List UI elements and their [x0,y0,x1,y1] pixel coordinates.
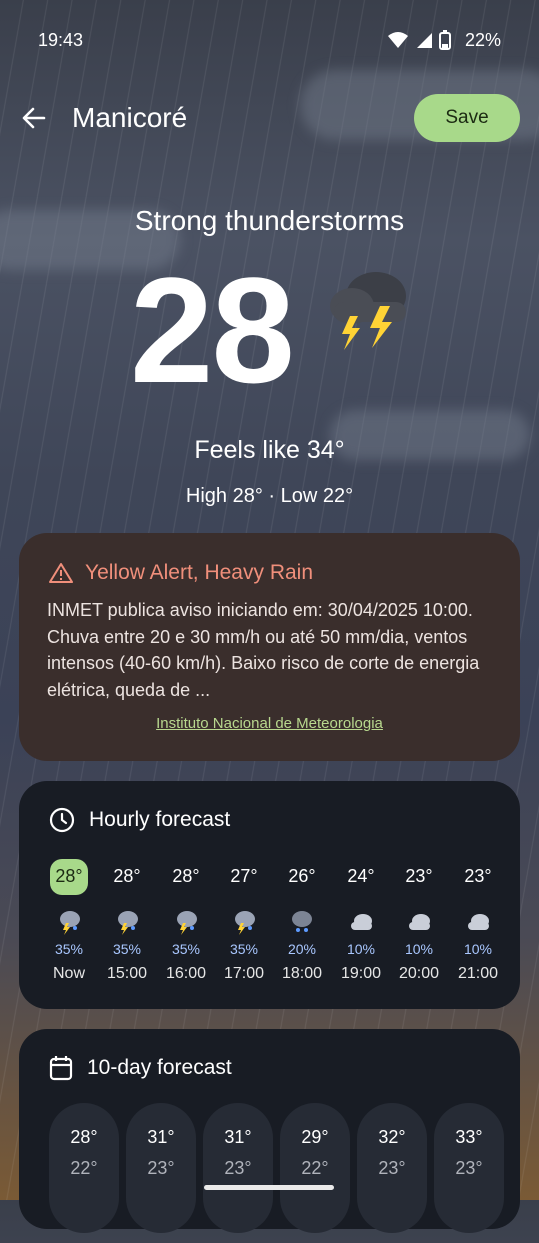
day-high: 32° [378,1127,406,1147]
thunderstorm-icon [118,911,138,935]
day-item[interactable]: 31° 23° [203,1103,273,1233]
battery-icon [439,30,451,50]
hour-temp: 24° [347,866,375,886]
hour-time: 19:00 [340,965,382,982]
hourly-item: 23° 10% 21:00 [456,859,500,983]
hourly-item: 27° 35% 17:00 [222,859,266,983]
day-high: 31° [224,1127,252,1147]
status-icons [387,30,451,50]
home-indicator[interactable] [204,1185,334,1190]
hourly-item: 26° 20% 18:00 [280,859,324,983]
battery-percent: 22% [464,30,501,50]
hour-temp: 27° [230,866,258,886]
hour-precip: 10% [404,941,434,957]
hourly-title-row: Hourly forecast [49,807,230,833]
alert-source-link[interactable]: Instituto Nacional de Meteorologia [19,715,520,732]
day-high: 28° [70,1127,98,1147]
hour-temp: 28° [113,866,141,886]
condition-text: Strong thunderstorms [134,205,405,236]
day-high: 29° [301,1127,329,1147]
day-high: 33° [455,1127,483,1147]
hour-precip: 35% [112,941,142,957]
hourly-item: 28° 35% 16:00 [164,859,208,983]
thunderstorm-icon [177,911,197,935]
status-bar: 19:43 22% [0,0,539,80]
hour-time: 21:00 [457,965,499,982]
hour-temp: 28° [50,859,88,895]
hourly-item: 23° 10% 20:00 [397,859,441,983]
day-low: 22° [301,1158,329,1178]
hour-temp: 28° [172,866,200,886]
day-low: 23° [224,1158,252,1178]
thunderstorm-icon [60,911,80,935]
header: Manicoré Save [0,92,539,144]
calendar-icon [49,1056,73,1081]
cloud-icon [409,914,430,930]
hour-precip: 10% [463,941,493,957]
hourly-item: 28° 35% 15:00 [105,859,149,983]
hour-precip: 20% [287,941,317,957]
alert-title: Yellow Alert, Heavy Rain [85,561,314,584]
ten-day-list[interactable]: 28° 22° 31° 23° 31° 23° 29° 22° 32° 23° … [47,1103,520,1243]
status-time: 19:43 [38,30,84,50]
hour-time: 16:00 [165,965,207,982]
hour-time: 15:00 [106,965,148,982]
weather-alert-card[interactable]: Yellow Alert, Heavy Rain INMET publica a… [19,533,520,761]
day-item[interactable]: 28° 22° [49,1103,119,1233]
hourly-item: 24° 10% 19:00 [339,859,383,983]
hour-temp: 23° [464,866,492,886]
wifi-icon [388,32,408,48]
ten-day-title-row: 10-day forecast [49,1055,232,1081]
ten-day-forecast-card: 10-day forecast 28° 22° 31° 23° 31° 23° … [19,1029,520,1233]
current-temperature: 28 [130,246,295,414]
hourly-title: Hourly forecast [89,808,231,831]
hour-time: 18:00 [281,965,323,982]
hour-temp: 23° [405,866,433,886]
hour-temp: 26° [288,866,316,886]
hour-time: 20:00 [398,965,440,982]
thunderstorm-icon [235,911,255,935]
day-item[interactable]: 31° 23° [126,1103,196,1233]
alert-body: INMET publica aviso iniciando em: 30/04/… [47,600,480,700]
day-low: 22° [70,1158,98,1178]
clock-icon [49,807,75,833]
warning-icon [49,563,73,583]
rain-icon [292,911,312,932]
hour-precip: 35% [54,941,84,957]
hour-precip: 10% [346,941,376,957]
feels-like: Feels like 34° [194,436,345,464]
cloud-icon [468,914,489,930]
day-low: 23° [378,1158,406,1178]
hour-precip: 35% [229,941,259,957]
cloud-icon [351,914,372,930]
ten-day-title: 10-day forecast [87,1056,232,1079]
hourly-item: 28° 35% Now [47,859,91,983]
save-button[interactable]: Save [414,94,520,142]
day-item[interactable]: 29° 22° [280,1103,350,1233]
hourly-list[interactable]: 28° 35% Now 28° 35% 15:00 28° 35% 16:00 … [47,859,520,999]
day-item[interactable]: 33° 23° [434,1103,504,1233]
hour-precip: 35% [171,941,201,957]
hourly-forecast-card: Hourly forecast 28° 35% Now 28° 35% 15:0… [19,781,520,1009]
city-name: Manicoré [72,102,188,133]
high-low: High 28° · Low 22° [185,485,354,507]
day-high: 31° [147,1127,175,1147]
day-low: 23° [147,1158,175,1178]
hour-time: Now [52,965,85,982]
alert-title-row: Yellow Alert, Heavy Rain [49,561,313,585]
day-low: 23° [455,1158,483,1178]
signal-icon [417,33,432,48]
back-arrow-icon[interactable] [20,104,48,132]
day-item[interactable]: 32° 23° [357,1103,427,1233]
thunderstorm-icon [330,272,406,350]
hour-time: 17:00 [223,965,265,982]
